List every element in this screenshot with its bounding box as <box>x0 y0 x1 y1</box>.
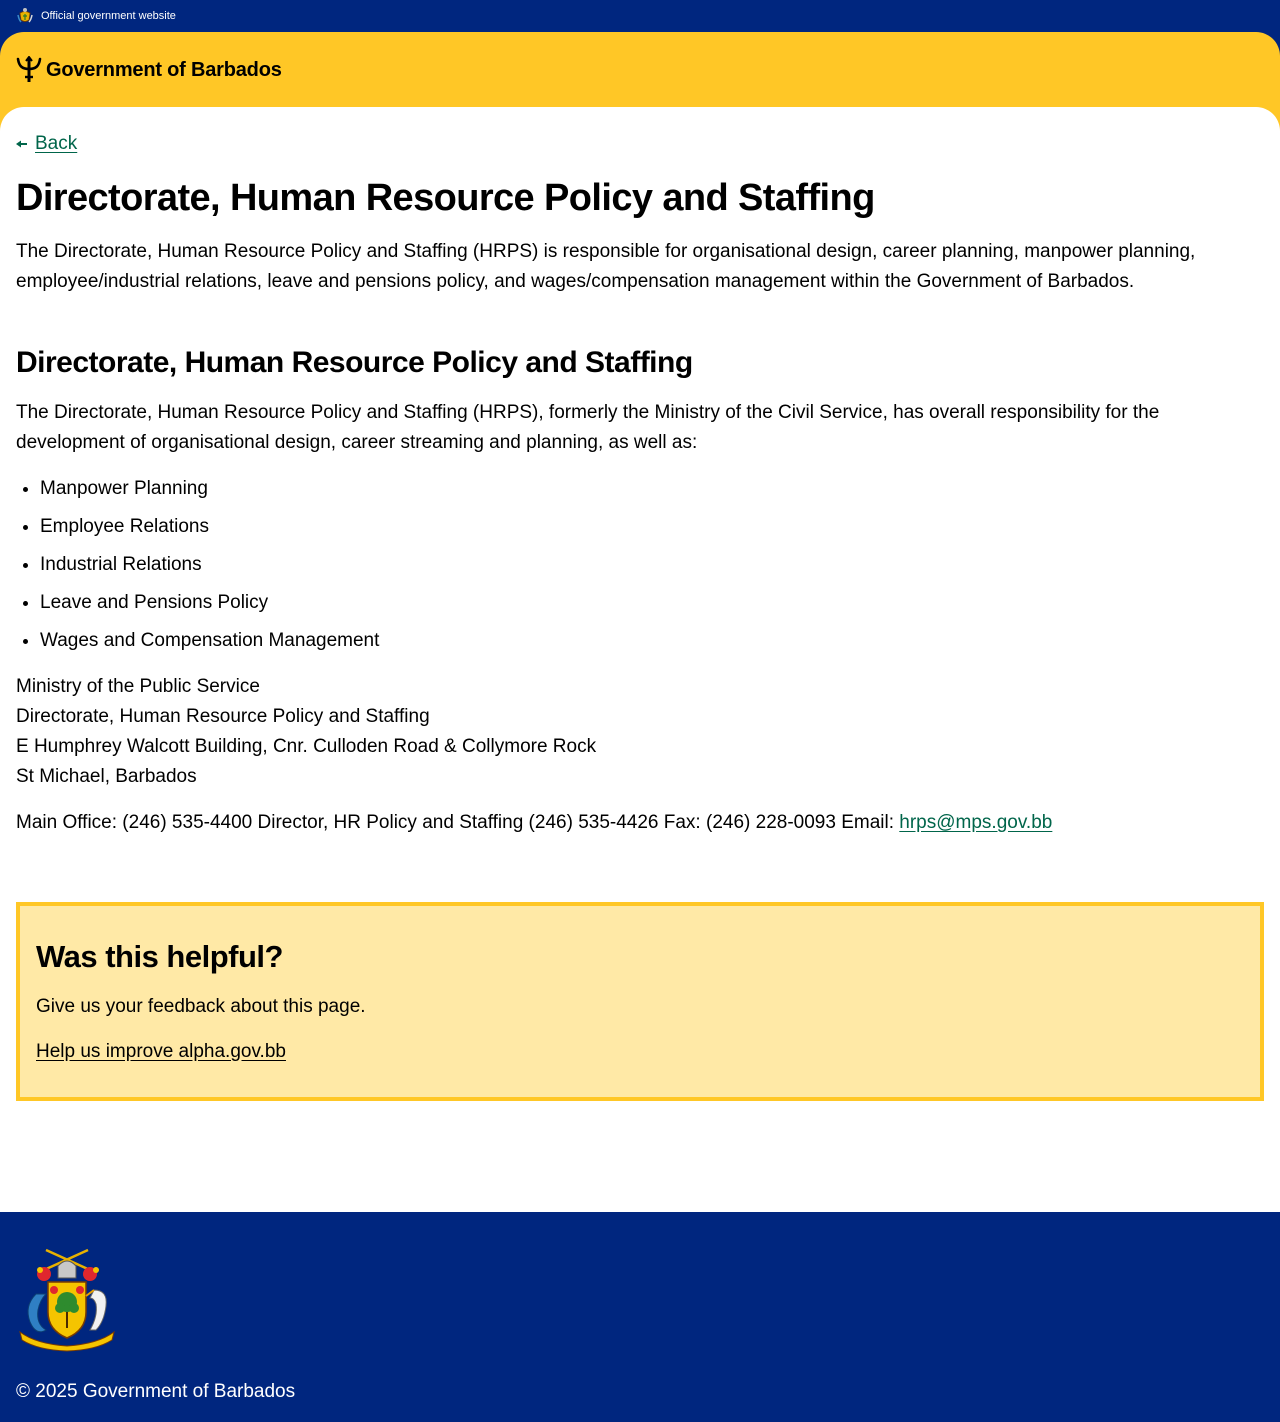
address-line: E Humphrey Walcott Building, Cnr. Cullod… <box>16 736 597 757</box>
contact-text: Main Office: (246) 535-4400 Director, HR… <box>16 812 900 833</box>
address-line: Ministry of the Public Service <box>16 676 260 697</box>
coat-of-arms-icon <box>17 8 33 23</box>
list-item: Manpower Planning <box>40 474 379 512</box>
address-line: Directorate, Human Resource Policy and S… <box>16 706 430 727</box>
list-item: Wages and Compensation Management <box>40 626 379 664</box>
official-banner: Official government website <box>0 0 1280 32</box>
back-link-label: Back <box>35 133 78 154</box>
contact-details: Main Office: (246) 535-4400 Director, HR… <box>16 808 1052 838</box>
brand-home-link[interactable]: Government of Barbados <box>16 56 1264 84</box>
trident-icon <box>16 56 42 82</box>
page-title: Directorate, Human Resource Policy and S… <box>16 177 875 219</box>
list-item: Leave and Pensions Policy <box>40 588 379 626</box>
back-link[interactable]: Back <box>16 133 77 155</box>
email-link[interactable]: hrps@mps.gov.bb <box>899 812 1052 833</box>
feedback-link[interactable]: Help us improve alpha.gov.bb <box>36 1037 286 1067</box>
copyright: © 2025 Government of Barbados <box>16 1381 296 1402</box>
feedback-text: Give us your feedback about this page. <box>36 996 366 1017</box>
list-item: Industrial Relations <box>40 550 379 588</box>
official-banner-text: Official government website <box>41 10 176 22</box>
coat-of-arms-icon <box>19 1248 115 1352</box>
section-title: Directorate, Human Resource Policy and S… <box>16 346 693 379</box>
address-line: St Michael, Barbados <box>16 766 197 787</box>
feedback-title: Was this helpful? <box>36 939 283 974</box>
address-block: Ministry of the Public Service Directora… <box>16 672 596 792</box>
arrow-left-icon <box>16 140 27 148</box>
section-body: The Directorate, Human Resource Policy a… <box>16 402 1160 453</box>
main-content: Back Directorate, Human Resource Policy … <box>0 107 1280 1212</box>
intro-text: The Directorate, Human Resource Policy a… <box>16 241 1196 292</box>
list-item: Employee Relations <box>40 512 379 550</box>
feedback-panel: Was this helpful? Give us your feedback … <box>16 902 1264 1101</box>
brand-name: Government of Barbados <box>46 58 282 81</box>
responsibilities-list: Manpower Planning Employee Relations Ind… <box>40 474 379 664</box>
site-footer: © 2025 Government of Barbados <box>0 1212 1280 1422</box>
